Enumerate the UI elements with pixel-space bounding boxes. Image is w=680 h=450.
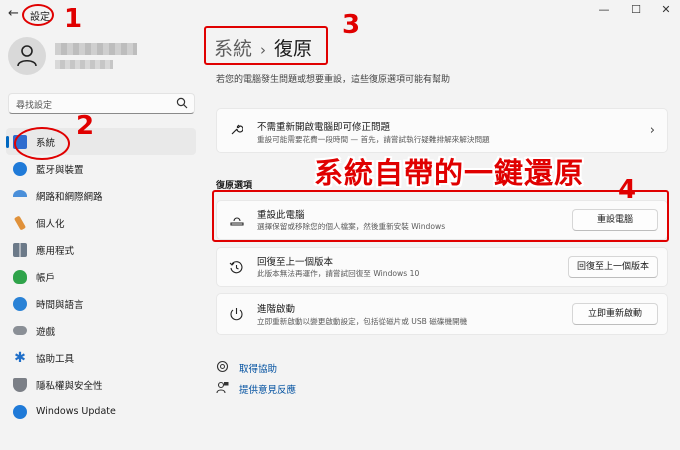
sidebar-item-label: 時間與語言: [36, 299, 84, 311]
go-back-subtitle: 此版本無法再運作，請嘗試回復至 Windows 10: [257, 269, 420, 278]
annotation-number-1: 1: [64, 4, 83, 34]
sidebar-item-label: 網路和網際網路: [36, 191, 103, 203]
advanced-startup-icon: [230, 308, 243, 321]
sidebar-item-label: 個人化: [36, 218, 65, 230]
advanced-startup-subtitle: 立即重新啟動以變更啟動設定，包括從磁片或 USB 磁碟機開機: [257, 317, 468, 326]
chevron-right-icon: ›: [649, 123, 655, 138]
maximize-button[interactable]: ☐: [628, 3, 644, 17]
sidebar-item-personalization[interactable]: 個人化: [6, 209, 196, 236]
sidebar-item-label: 應用程式: [36, 245, 75, 257]
close-button[interactable]: ✕: [658, 3, 674, 17]
profile-name-blurred: [55, 43, 137, 55]
back-arrow-icon[interactable]: ←: [8, 6, 22, 22]
network-icon: [13, 189, 27, 202]
page-description: 若您的電腦發生問題或想要重設，這些復原選項可能有幫助: [216, 75, 451, 85]
gaming-icon: [13, 326, 27, 335]
privacy-icon: [13, 377, 27, 392]
search-icon[interactable]: [176, 97, 188, 109]
search-input[interactable]: 尋找設定: [8, 93, 195, 114]
sidebar-item-apps[interactable]: 應用程式: [6, 236, 196, 263]
windows-update-icon: [13, 404, 27, 419]
fix-problems-title: 不需重新開啟電腦即可修正問題: [257, 122, 391, 133]
advanced-startup-title: 進階啟動: [257, 304, 296, 315]
sidebar-item-windows-update[interactable]: Windows Update: [6, 398, 196, 425]
annotation-box-reset: [212, 190, 669, 242]
feedback-label: 提供意見反應: [239, 385, 297, 396]
sidebar-item-label: 隱私權與安全性: [36, 380, 103, 392]
sidebar-item-privacy[interactable]: 隱私權與安全性: [6, 371, 196, 398]
accounts-icon: [13, 269, 27, 284]
sidebar-item-label: Windows Update: [36, 406, 116, 417]
annotation-banner: 系統自帶的一鍵還原: [314, 156, 585, 190]
feedback-icon: [216, 381, 230, 397]
title-bar: ← 設定 — ☐ ✕: [0, 0, 680, 30]
personalization-icon: [13, 214, 27, 231]
fix-problems-subtitle: 重設可能需要花費一段時間 — 首先，請嘗試執行疑難排解來解決問題: [257, 135, 490, 144]
annotation-ellipse-title: [22, 4, 54, 26]
avatar[interactable]: [8, 37, 46, 75]
bluetooth-icon: [13, 161, 27, 176]
sidebar-item-accounts[interactable]: 帳戶: [6, 263, 196, 290]
annotation-ellipse-system: [14, 127, 70, 160]
wrench-icon: [231, 124, 243, 135]
sidebar-item-time-language[interactable]: 時間與語言: [6, 290, 196, 317]
get-help-link[interactable]: 取得協助: [216, 360, 277, 376]
annotation-number-2: 2: [76, 111, 95, 141]
sidebar-item-label: 遊戲: [36, 326, 56, 338]
advanced-startup-card: 進階啟動 立即重新啟動以變更啟動設定，包括從磁片或 USB 磁碟機開機 立即重新…: [216, 293, 668, 335]
minimize-button[interactable]: —: [596, 3, 612, 17]
fix-problems-card[interactable]: 不需重新開啟電腦即可修正問題 重設可能需要花費一段時間 — 首先，請嘗試執行疑難…: [216, 108, 668, 153]
feedback-link[interactable]: 提供意見反應: [216, 381, 296, 397]
accessibility-icon: ✱: [14, 349, 26, 366]
restart-now-button[interactable]: 立即重新啟動: [572, 303, 658, 325]
sidebar-item-accessibility[interactable]: ✱ 協助工具: [6, 344, 196, 371]
time-language-icon: [13, 296, 27, 311]
search-placeholder: 尋找設定: [16, 101, 53, 111]
sidebar-item-label: 帳戶: [36, 272, 56, 284]
go-back-card: 回復至上一個版本 此版本無法再運作，請嘗試回復至 Windows 10 回復至上…: [216, 247, 668, 287]
history-icon: [229, 261, 243, 274]
help-icon: [216, 360, 230, 376]
apps-icon: [13, 242, 27, 257]
go-back-title: 回復至上一個版本: [257, 257, 334, 268]
annotation-number-4: 4: [618, 175, 637, 205]
sidebar-item-label: 協助工具: [36, 353, 75, 365]
sidebar-item-gaming[interactable]: 遊戲: [6, 317, 196, 344]
sidebar-nav: 系統 藍牙與裝置 網路和網際網路 個人化 應用程式 帳戶 時間與語言 遊戲 ✱ …: [6, 128, 196, 425]
go-back-button[interactable]: 回復至上一個版本: [568, 256, 658, 278]
user-icon: [17, 45, 37, 67]
annotation-number-3: 3: [342, 10, 361, 40]
profile-email-blurred: [55, 60, 113, 69]
annotation-box-breadcrumb: [204, 26, 328, 65]
get-help-label: 取得協助: [239, 364, 278, 375]
sidebar-item-network[interactable]: 網路和網際網路: [6, 182, 196, 209]
sidebar-item-label: 藍牙與裝置: [36, 164, 84, 176]
